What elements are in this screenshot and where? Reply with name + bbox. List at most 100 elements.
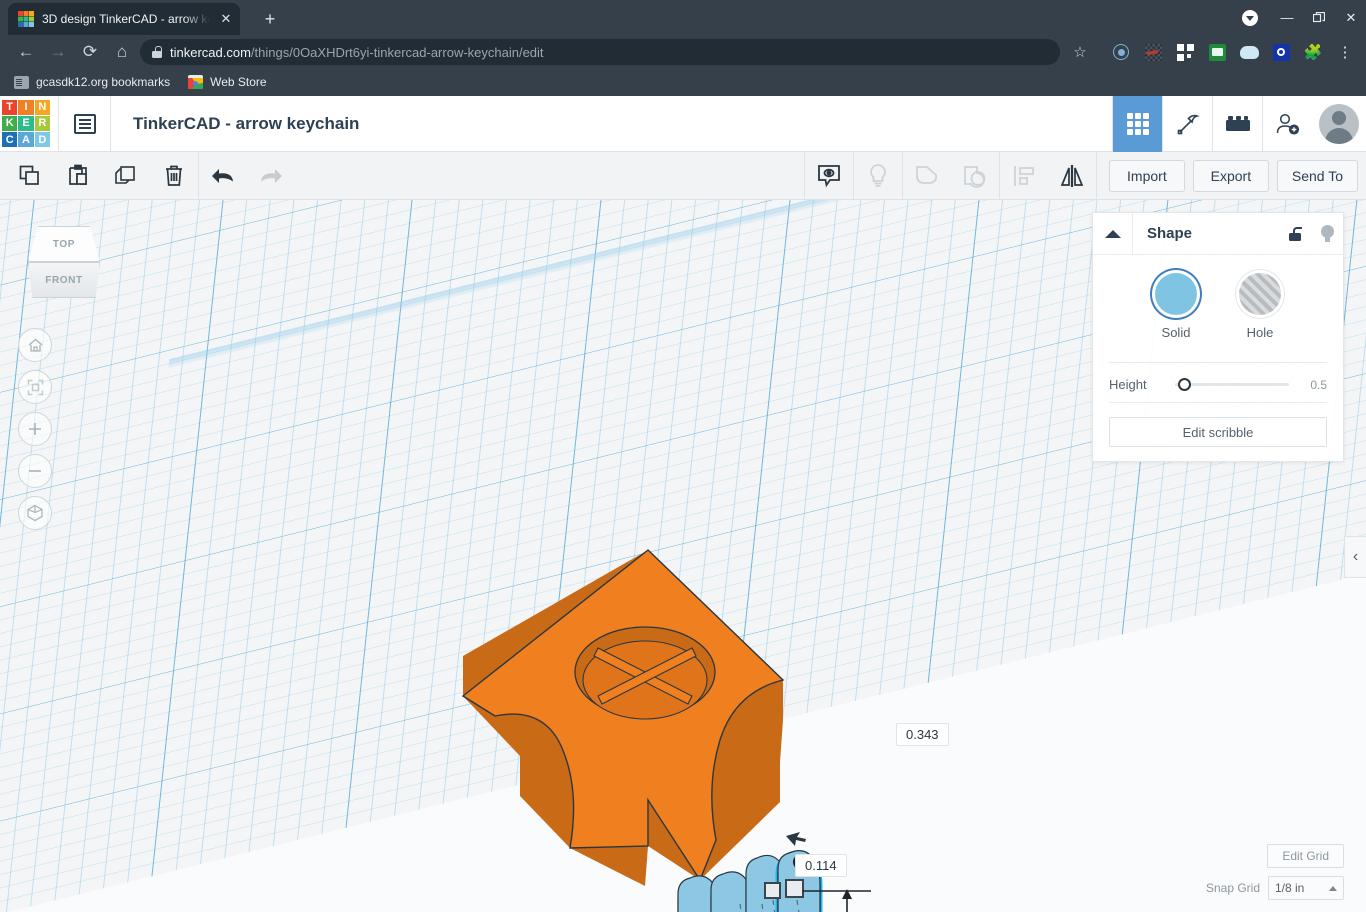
apps-grid-icon[interactable] (1112, 96, 1162, 152)
hole-option[interactable]: Hole (1239, 273, 1281, 340)
downloads-icon[interactable] (1238, 0, 1262, 35)
bookmark-gcasdk12[interactable]: gcasdk12.org bookmarks (14, 75, 170, 89)
vertical-dimension-label[interactable]: 0.343 (896, 723, 949, 746)
add-person-icon[interactable] (1262, 96, 1312, 152)
snap-grid-row: Snap Grid 1/8 in (1206, 876, 1344, 900)
mosaic-icon[interactable] (1140, 39, 1166, 65)
view-cube[interactable]: TOP FRONT (22, 222, 106, 306)
bookmark-label: Web Store (210, 75, 267, 89)
record-icon[interactable] (1108, 39, 1134, 65)
pickaxe-icon[interactable] (1162, 96, 1212, 152)
edit-grid-button[interactable]: Edit Grid (1267, 844, 1344, 868)
duplicate-icon[interactable] (102, 152, 150, 200)
view-cube-top-face[interactable]: TOP (28, 226, 100, 262)
visibility-button[interactable] (1311, 225, 1343, 242)
forward-button[interactable]: → (42, 36, 74, 68)
blue-diamond-icon[interactable] (1268, 39, 1294, 65)
restore-icon (1313, 11, 1325, 22)
solid-option[interactable]: Solid (1155, 273, 1197, 340)
import-button[interactable]: Import (1108, 159, 1185, 192)
browser-window: 3D design TinkerCAD - arrow key ✕ + — ✕ … (0, 0, 1366, 912)
solid-swatch[interactable] (1155, 273, 1197, 315)
panel-list-button[interactable] (59, 95, 111, 152)
reload-button[interactable]: ⟳ (74, 36, 106, 68)
paste-icon[interactable] (54, 152, 102, 200)
minimize-button[interactable]: — (1272, 0, 1302, 35)
mirror-icon[interactable] (1048, 152, 1096, 200)
collapse-panel-handle[interactable]: ‹ (1344, 536, 1366, 578)
workplane-icon[interactable] (805, 152, 853, 200)
redo-icon[interactable] (247, 152, 295, 200)
send-to-button[interactable]: Send To (1276, 159, 1358, 192)
close-glyph: ✕ (1345, 10, 1357, 25)
snap-grid-select[interactable]: 1/8 in (1268, 876, 1344, 900)
solid-hole-row: Solid Hole (1109, 273, 1327, 340)
lightbulb-icon (1320, 225, 1334, 242)
view-cube-front-face[interactable]: FRONT (28, 262, 100, 298)
home-button[interactable]: ⌂ (106, 36, 138, 68)
close-window-button[interactable]: ✕ (1336, 0, 1366, 35)
shape-inspector-panel: Shape Solid Hole Height 0.5 Edit scribbl… (1092, 212, 1344, 462)
restore-button[interactable] (1304, 0, 1334, 35)
3d-canvas[interactable]: 0.343 0.114 TOP FRONT ‹ Edit Grid Snap G… (0, 200, 1366, 912)
tinkercad-logo[interactable]: T I N K E R C A D (2, 99, 50, 148)
solid-label: Solid (1161, 325, 1191, 340)
inspector-title: Shape (1147, 225, 1193, 242)
inspector-collapse-button[interactable] (1093, 212, 1133, 255)
logo-tile-d: D (34, 132, 50, 148)
zoom-in-icon[interactable] (18, 412, 52, 446)
green-reader-icon[interactable] (1204, 39, 1230, 65)
view-cube-front-label: FRONT (45, 274, 83, 286)
lego-brick-icon[interactable] (1212, 96, 1262, 152)
logo-tile-c: C (2, 132, 18, 148)
height-slider[interactable] (1175, 378, 1289, 391)
fit-to-view-icon[interactable] (18, 370, 52, 404)
edit-scribble-button[interactable]: Edit scribble (1109, 417, 1327, 447)
puzzle-icon[interactable]: 🧩 (1300, 39, 1326, 65)
url-text: tinkercad.com/things/0OaXHDrt6yi-tinkerc… (170, 45, 544, 60)
list-panel-icon (73, 113, 96, 134)
home-view-icon[interactable] (18, 328, 52, 362)
close-tab-icon[interactable]: ✕ (218, 11, 234, 27)
chrome-webstore-icon (188, 75, 204, 89)
cloud-icon[interactable] (1236, 39, 1262, 65)
chrome-menu-icon[interactable]: ⋮ (1332, 39, 1358, 65)
hole-swatch[interactable] (1239, 273, 1281, 315)
logo-tile-t: T (2, 99, 18, 115)
align-icon[interactable] (1000, 152, 1048, 200)
zoom-out-icon[interactable] (18, 454, 52, 488)
folder-icon (14, 75, 29, 89)
height-label: Height (1109, 377, 1147, 392)
scale-handle-top-left (764, 882, 781, 899)
undo-icon[interactable] (199, 152, 247, 200)
height-slider-knob[interactable] (1178, 378, 1191, 391)
copy-icon[interactable] (6, 152, 54, 200)
group-icon[interactable] (903, 152, 951, 200)
browser-toolbar: ← → ⟳ ⌂ tinkercad.com/things/0OaXHDrt6yi… (0, 35, 1366, 68)
logo-tile-i: I (18, 99, 34, 115)
note-lightbulb-icon[interactable] (854, 152, 902, 200)
editor-toolbar: Import Export Send To (0, 151, 1366, 200)
horizontal-dimension-label[interactable]: 0.114 (795, 854, 847, 877)
header-icon-group (1112, 96, 1366, 152)
logo-tile-e: E (18, 115, 34, 132)
avatar[interactable] (1312, 96, 1366, 152)
page-title: TinkerCAD - arrow keychain (133, 113, 360, 133)
bookmark-star-icon[interactable]: ☆ (1070, 43, 1090, 63)
qr-code-icon[interactable] (1172, 39, 1198, 65)
bookmark-label: gcasdk12.org bookmarks (36, 75, 171, 89)
triangle-up-icon (1104, 229, 1121, 238)
perspective-toggle-icon[interactable] (18, 496, 52, 530)
export-button[interactable]: Export (1192, 159, 1269, 192)
address-bar[interactable]: tinkercad.com/things/0OaXHDrt6yi-tinkerc… (140, 39, 1060, 65)
minimize-glyph: — (1280, 10, 1294, 25)
snap-grid-label: Snap Grid (1205, 881, 1260, 895)
delete-icon[interactable] (150, 152, 198, 200)
bookmark-bar: gcasdk12.org bookmarks Web Store (0, 68, 1366, 96)
back-button[interactable]: ← (10, 36, 42, 68)
bookmark-web-store[interactable]: Web Store (188, 75, 267, 89)
browser-tab[interactable]: 3D design TinkerCAD - arrow key ✕ (8, 3, 240, 35)
lock-button[interactable] (1279, 226, 1311, 241)
new-tab-button[interactable]: + (256, 8, 284, 32)
ungroup-icon[interactable] (951, 152, 999, 200)
